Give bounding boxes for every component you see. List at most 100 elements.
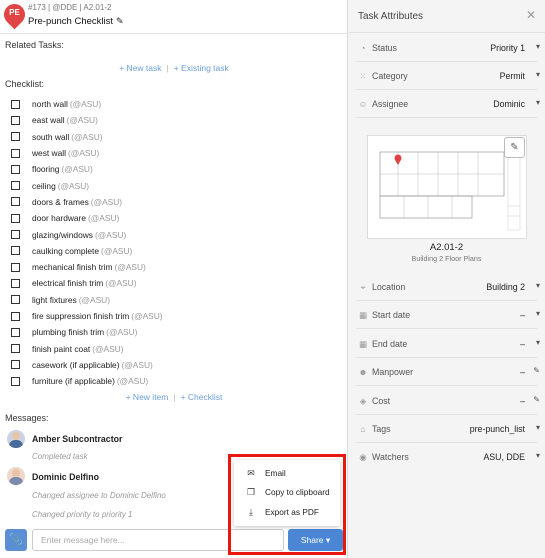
checkbox[interactable] [11, 213, 20, 223]
checklist-item-assignee: (@ASU) [69, 99, 102, 110]
checkbox[interactable] [11, 262, 20, 272]
add-checklist-link[interactable]: + Checklist [181, 392, 223, 402]
checklist-item: furniture (if applicable) (@ASU) [11, 373, 331, 389]
checklist-item: fire suppression finish trim (@ASU) [11, 308, 331, 324]
attr-label: Category [372, 71, 408, 81]
checkbox[interactable] [11, 230, 20, 240]
checklist-item: south wall (@ASU) [11, 129, 331, 145]
checkbox[interactable] [11, 181, 20, 191]
checklist-item-assignee: (@ASU) [90, 196, 123, 207]
edit-sheet-button[interactable]: ✎ [504, 137, 525, 158]
pencil-icon: ✎ [510, 142, 519, 153]
share-pdf-item[interactable]: ⤓ Export as PDF [234, 503, 340, 521]
checkbox[interactable] [11, 311, 20, 321]
attr-row-status[interactable]: ◔ Status Priority 1 ▾ [348, 34, 545, 62]
avatar [7, 430, 25, 448]
checkbox[interactable] [11, 246, 20, 256]
attr-label: Status [372, 43, 397, 53]
checkbox[interactable] [11, 327, 20, 337]
task-meta: #173 | @DDE | A2.01-2 [28, 3, 112, 12]
attr-value: Dominic [493, 99, 525, 109]
checklist-item-label: casework (if applicable) [32, 359, 120, 370]
checklist-item-assignee: (@ASU) [92, 343, 124, 354]
messages-label: Messages: [5, 413, 49, 423]
checklist-item: doors & frames (@ASU) [11, 194, 331, 210]
attr-row-tags[interactable]: ⌂ Tags pre-punch_list ▾ [348, 415, 545, 443]
share-copy-item[interactable]: ❐ Copy to clipboard [234, 483, 340, 501]
checkbox[interactable] [11, 376, 20, 386]
share-email-item[interactable]: ✉ Email [234, 464, 340, 482]
paperclip-icon: 📎 [9, 534, 23, 546]
attr-value: – [520, 310, 525, 320]
attr-label: End date [372, 339, 408, 349]
attr-label: Manpower [372, 367, 414, 377]
tag-icon: ⌂ [360, 424, 366, 434]
attr-row-end-date[interactable]: ▦ End date – ▾ [348, 330, 545, 358]
avatar [7, 467, 25, 485]
attr-row-assignee[interactable]: ☺ Assignee Dominic ▾ [348, 90, 545, 118]
attr-row-manpower[interactable]: ☻ Manpower – ✎ [348, 358, 545, 386]
checkbox[interactable] [11, 344, 20, 354]
checkbox[interactable] [11, 360, 20, 370]
new-task-link[interactable]: + New task [119, 63, 161, 73]
pencil-icon[interactable]: ✎ [116, 16, 124, 27]
close-icon[interactable]: ✕ [526, 8, 536, 22]
checkbox[interactable] [11, 197, 20, 207]
attr-row-start-date[interactable]: ▦ Start date – ▾ [348, 301, 545, 329]
related-tasks-label: Related Tasks: [5, 40, 64, 50]
attach-button[interactable]: 📎 [5, 529, 27, 551]
checkbox[interactable] [11, 164, 20, 174]
checklist-item: north wall (@ASU) [11, 96, 331, 112]
checklist-item: electrical finish trim (@ASU) [11, 275, 331, 291]
new-item-link[interactable]: + New item [126, 392, 169, 402]
checklist-item-label: door hardware [32, 213, 87, 224]
attr-label: Tags [372, 424, 391, 434]
envelope-icon: ✉ [247, 467, 255, 478]
checklist-item: finish paint coat (@ASU) [11, 340, 331, 356]
attr-value: Permit [499, 71, 525, 81]
message-note: Completed task [32, 452, 88, 461]
avatar-initials: PE [9, 8, 20, 17]
checkbox[interactable] [11, 132, 20, 142]
panel-title: Task Attributes [358, 11, 424, 22]
attr-value: – [520, 339, 525, 349]
checklist-item-label: ceiling [32, 180, 56, 191]
checklist-item: west wall (@ASU) [11, 145, 331, 161]
task-title[interactable]: Pre-punch Checklist [28, 16, 113, 27]
attr-row-category[interactable]: ⁙ Category Permit ▾ [348, 62, 545, 90]
attr-row-cost[interactable]: ◈ Cost – ✎ [348, 387, 545, 415]
checklist-item-assignee: (@ASU) [101, 245, 133, 256]
checklist-item: mechanical finish trim (@ASU) [11, 259, 331, 275]
separator: | [166, 63, 169, 73]
attr-label: Cost [372, 396, 391, 406]
attr-value: – [520, 396, 525, 406]
chevron-down-icon: ▾ [535, 451, 540, 460]
attr-row-location[interactable]: ⌖ Location Building 2 ▾ [348, 273, 545, 301]
checkbox[interactable] [11, 295, 20, 305]
checkbox[interactable] [11, 99, 20, 109]
attr-value: pre-punch_list [469, 424, 525, 434]
chevron-down-icon: ▾ [535, 338, 540, 347]
checkbox[interactable] [11, 148, 20, 158]
checklist-item-assignee: (@ASU) [105, 278, 137, 289]
checkbox[interactable] [11, 278, 20, 288]
related-task-links: + New task | + Existing task [0, 63, 348, 73]
checklist-item: door hardware (@ASU) [11, 210, 331, 226]
attr-row-watchers[interactable]: ◉ Watchers ASU, DDE ▾ [348, 443, 545, 471]
chevron-down-icon: ▾ [535, 423, 540, 432]
checklist-item-label: light fixtures [32, 294, 77, 305]
sheet-subtitle: Building 2 Floor Plans [411, 254, 482, 263]
checklist-item: plumbing finish trim (@ASU) [11, 324, 331, 340]
checklist-item-assignee: (@ASU) [88, 213, 120, 224]
checklist-item-label: doors & frames [32, 196, 89, 207]
checklist-item-label: east wall [32, 115, 65, 126]
task-header: PE #173 | @DDE | A2.01-2 Pre-punch Check… [0, 0, 348, 34]
task-title-wrap[interactable]: Pre-punch Checklist ✎ [28, 16, 124, 27]
checklist-item-assignee: (@ASU) [71, 131, 103, 142]
checkbox[interactable] [11, 115, 20, 125]
checklist-item-label: glazing/windows [32, 229, 93, 240]
sheet-thumbnail[interactable] [367, 135, 527, 239]
pencil-icon: ✎ [533, 395, 540, 404]
existing-task-link[interactable]: + Existing task [174, 63, 229, 73]
checklist-item-assignee: (@ASU) [67, 148, 100, 159]
